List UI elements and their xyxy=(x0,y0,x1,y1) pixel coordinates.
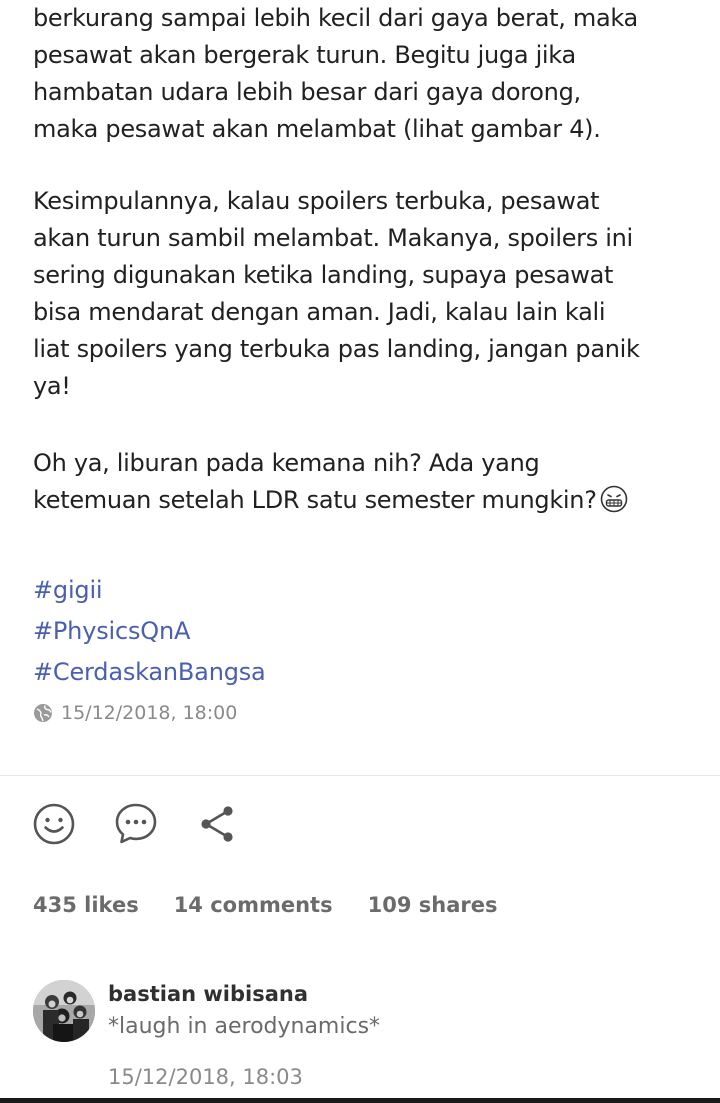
hashtag-list: #gigii #PhysicsQnA #CerdaskanBangsa xyxy=(33,570,266,693)
comment-bubble-icon xyxy=(115,803,157,844)
post-paragraph: Oh ya, liburan pada kemana nih? Ada yang… xyxy=(33,445,628,519)
bottom-edge xyxy=(0,1098,720,1103)
comment-text: *laugh in aerodynamics* xyxy=(108,1014,381,1039)
react-button[interactable] xyxy=(30,800,78,848)
likes-count[interactable]: 435 likes xyxy=(33,893,139,917)
hashtag-link[interactable]: #CerdaskanBangsa xyxy=(33,652,266,693)
smiley-icon xyxy=(33,803,75,845)
hashtag-link[interactable]: #PhysicsQnA xyxy=(33,611,266,652)
post-timestamp-text: 15/12/2018, 18:00 xyxy=(61,702,238,724)
comment-timestamp: 15/12/2018, 18:03 xyxy=(108,1065,303,1089)
comment-author[interactable]: bastian wibisana xyxy=(108,982,308,1006)
globe-icon xyxy=(34,704,52,722)
post-paragraph: Kesimpulannya, kalau spoilers terbuka, p… xyxy=(33,187,640,400)
divider xyxy=(0,775,720,776)
comments-count[interactable]: 14 comments xyxy=(174,893,333,917)
post-stats: 435 likes 14 comments 109 shares xyxy=(33,893,532,917)
grimacing-face-icon xyxy=(600,485,628,513)
comment-button[interactable] xyxy=(112,800,160,848)
post-paragraph: berkurang sampai lebih kecil dari gaya b… xyxy=(33,4,638,143)
hashtag-link[interactable]: #gigii xyxy=(33,570,266,611)
post-paragraph-text: Oh ya, liburan pada kemana nih? Ada yang… xyxy=(33,449,597,514)
share-button[interactable] xyxy=(194,800,242,848)
post-actions xyxy=(30,800,242,848)
share-icon xyxy=(201,806,233,842)
avatar[interactable] xyxy=(33,980,95,1042)
shares-count[interactable]: 109 shares xyxy=(368,893,498,917)
post-timestamp: 15/12/2018, 18:00 xyxy=(33,702,237,724)
